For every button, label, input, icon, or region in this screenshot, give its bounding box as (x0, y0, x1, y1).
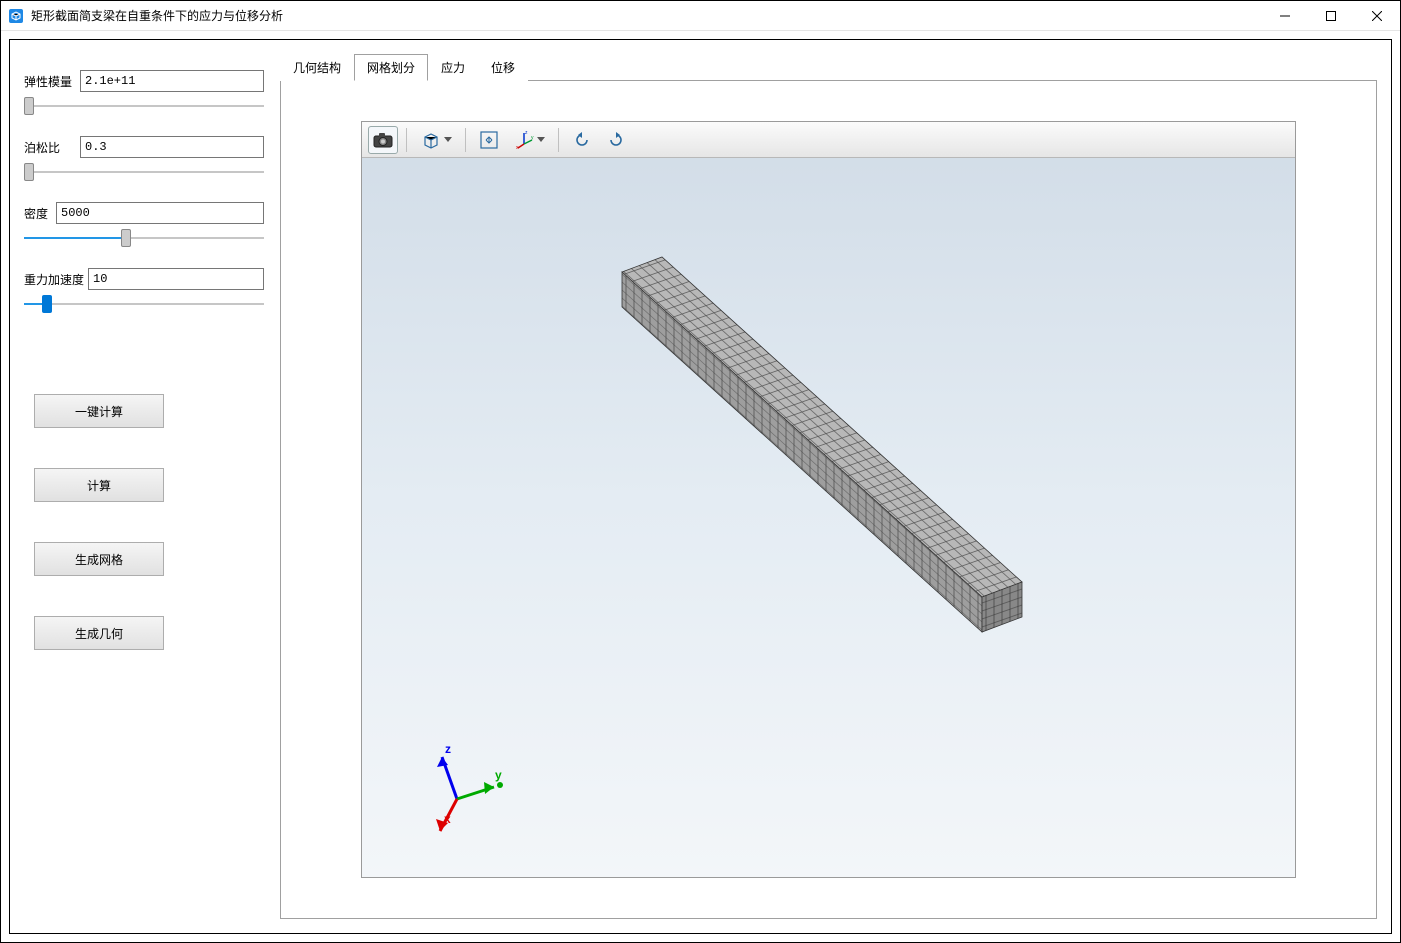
param-gravity: 重力加速度 (24, 268, 264, 314)
svg-text:y: y (531, 135, 534, 141)
tab-mesh[interactable]: 网格划分 (354, 54, 428, 81)
right-area: 几何结构 网格划分 应力 位移 (280, 54, 1377, 919)
param-density: 密度 (24, 202, 264, 248)
axis-z-label: z (445, 742, 451, 756)
window-title: 矩形截面简支梁在自重条件下的应力与位移分析 (31, 7, 1262, 24)
tab-bar: 几何结构 网格划分 应力 位移 (280, 54, 1377, 80)
gravity-label: 重力加速度 (24, 271, 88, 288)
rotate-ccw-icon[interactable] (567, 126, 597, 154)
axis-x-label: x (444, 812, 451, 826)
param-poisson-ratio: 泊松比 (24, 136, 264, 182)
fit-view-icon[interactable] (474, 126, 504, 154)
elastic-modulus-label: 弹性模量 (24, 73, 80, 90)
main-frame: 弹性模量 泊松比 (9, 39, 1392, 934)
axes-triad: z y x (412, 739, 512, 839)
axes-selector-icon[interactable]: z y x (508, 126, 550, 154)
rotate-cw-icon[interactable] (601, 126, 631, 154)
poisson-ratio-input[interactable] (80, 136, 264, 158)
one-click-calc-button[interactable]: 一键计算 (34, 394, 164, 428)
toolbar-separator (406, 128, 407, 152)
client-area: 弹性模量 泊松比 (1, 31, 1400, 942)
elastic-modulus-input[interactable] (80, 70, 264, 92)
viewport-toolbar: z y x (362, 122, 1295, 158)
action-button-group: 一键计算 计算 生成网格 生成几何 (24, 394, 264, 650)
parameter-panel: 弹性模量 泊松比 (24, 54, 264, 919)
density-label: 密度 (24, 205, 56, 222)
tab-geometry[interactable]: 几何结构 (280, 54, 354, 81)
chevron-down-icon (537, 137, 545, 142)
generate-geometry-button[interactable]: 生成几何 (34, 616, 164, 650)
generate-mesh-button[interactable]: 生成网格 (34, 542, 164, 576)
3d-viewport[interactable]: z y x (361, 121, 1296, 878)
close-button[interactable] (1354, 1, 1400, 30)
tab-stress[interactable]: 应力 (428, 54, 478, 81)
minimize-button[interactable] (1262, 1, 1308, 30)
density-input[interactable] (56, 202, 264, 224)
poisson-ratio-label: 泊松比 (24, 139, 80, 156)
maximize-button[interactable] (1308, 1, 1354, 30)
toolbar-separator (465, 128, 466, 152)
camera-icon[interactable] (368, 126, 398, 154)
svg-text:z: z (525, 130, 528, 136)
density-slider[interactable] (24, 228, 264, 248)
poisson-ratio-slider[interactable] (24, 162, 264, 182)
window-controls (1262, 1, 1400, 30)
tab-content: z y x (280, 80, 1377, 919)
param-elastic-modulus: 弹性模量 (24, 70, 264, 116)
toolbar-separator (558, 128, 559, 152)
axis-y-label: y (495, 768, 502, 782)
calc-button[interactable]: 计算 (34, 468, 164, 502)
gravity-slider[interactable] (24, 294, 264, 314)
elastic-modulus-slider[interactable] (24, 96, 264, 116)
chevron-down-icon (444, 137, 452, 142)
app-icon (7, 7, 25, 25)
gravity-input[interactable] (88, 268, 264, 290)
box-view-icon[interactable] (415, 126, 457, 154)
tab-displacement[interactable]: 位移 (478, 54, 528, 81)
beam-mesh (602, 232, 1032, 662)
app-window: 矩形截面简支梁在自重条件下的应力与位移分析 弹性模量 (0, 0, 1401, 943)
titlebar: 矩形截面简支梁在自重条件下的应力与位移分析 (1, 1, 1400, 31)
